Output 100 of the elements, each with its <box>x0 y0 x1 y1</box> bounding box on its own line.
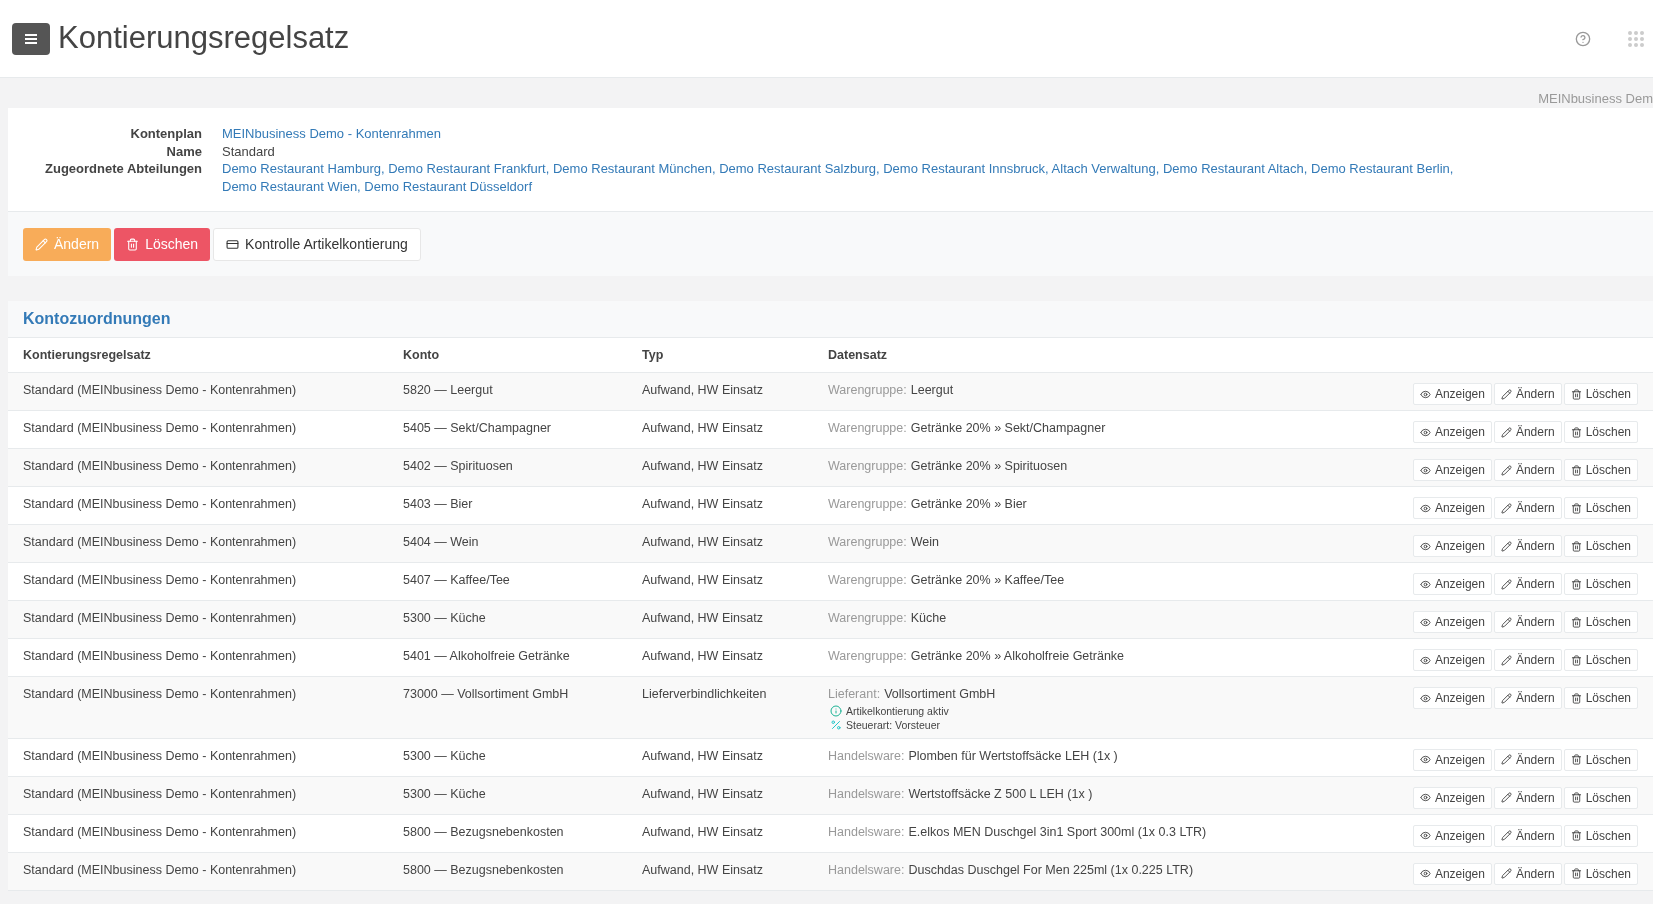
row-action-button[interactable]: Löschen <box>1563 748 1638 771</box>
trash-icon <box>1570 792 1582 804</box>
table-cell-text: Aufwand, HW Einsatz <box>642 610 764 627</box>
table-cell-text: Standard (MEINbusiness Demo - Kontenrahmen) <box>23 496 298 513</box>
detail-value: Standard <box>222 143 275 159</box>
row-action-button[interactable]: Anzeigen <box>1412 824 1492 847</box>
detail-link[interactable]: Demo Restaurant Salzburg, <box>719 161 880 176</box>
list-card-icon <box>226 237 240 251</box>
detail-label: Name <box>165 142 202 160</box>
row-action-button[interactable]: Anzeigen <box>1412 459 1492 481</box>
detail-label: Kontenplan <box>129 125 202 143</box>
row-action-button[interactable]: Ändern <box>1493 535 1562 557</box>
row-action-button[interactable]: Löschen <box>1563 497 1638 519</box>
eye-icon <box>1419 754 1431 766</box>
row-action-button[interactable]: Ändern <box>1493 824 1562 847</box>
detail-link[interactable]: Demo Restaurant Altach, <box>1162 161 1308 176</box>
pencil-icon <box>35 237 48 251</box>
row-action-button[interactable]: Anzeigen <box>1412 748 1492 771</box>
action-button[interactable]: Kontrolle Artikelkontierung <box>213 227 421 261</box>
record-value: Wertstoffsäcke Z 500 L LEH (1x ) <box>908 785 1093 803</box>
record-note: Steuerart: Vorsteuer <box>846 717 940 732</box>
row-action-button[interactable]: Ändern <box>1493 748 1562 771</box>
row-action-button[interactable]: Anzeigen <box>1412 383 1492 405</box>
table-cell-text: Lieferverbindlichkeiten <box>642 686 768 703</box>
row-action-button[interactable]: Löschen <box>1563 573 1638 595</box>
pencil-icon <box>1500 792 1512 804</box>
row-action-button[interactable]: Ändern <box>1493 421 1562 443</box>
detail-link[interactable]: Demo Restaurant Innsbruck, <box>883 161 1049 176</box>
table-cell-text: 5405 — Sekt/Champagner <box>403 420 552 437</box>
row-action-button[interactable]: Anzeigen <box>1412 862 1492 885</box>
pencil-icon <box>1500 654 1512 666</box>
row-action-button[interactable]: Löschen <box>1563 383 1638 405</box>
pencil-icon <box>1500 754 1512 766</box>
row-action-button[interactable]: Ändern <box>1493 649 1562 671</box>
table-cell-text: Aufwand, HW Einsatz <box>642 382 764 399</box>
row-action-button[interactable]: Anzeigen <box>1412 497 1492 519</box>
record-type-label: Lieferant: <box>828 686 881 703</box>
table-cell-text: 5300 — Küche <box>403 785 487 803</box>
menu-button[interactable] <box>12 22 50 55</box>
detail-link[interactable]: Demo Restaurant Düsseldorf <box>364 178 532 194</box>
record-type-label: Warengruppe: <box>828 458 907 475</box>
detail-link[interactable]: Demo Restaurant Hamburg, <box>222 161 385 176</box>
row-action-button[interactable]: Anzeigen <box>1412 687 1492 709</box>
record-type-label: Handelsware: <box>828 747 905 765</box>
eye-icon <box>1419 464 1431 476</box>
row-action-button[interactable]: Löschen <box>1563 535 1638 557</box>
table-cell-text: Standard (MEINbusiness Demo - Kontenrahmen) <box>23 785 298 803</box>
row-action-button[interactable]: Ändern <box>1493 383 1562 405</box>
help-icon[interactable] <box>1575 30 1591 47</box>
row-action-button[interactable]: Löschen <box>1563 421 1638 443</box>
detail-label: Zugeordnete Abteilungen <box>44 160 202 178</box>
table-cell-text: 5300 — Küche <box>403 747 487 765</box>
row-action-button[interactable]: Ändern <box>1493 611 1562 633</box>
row-action-button[interactable]: Ändern <box>1493 687 1562 709</box>
table-cell-text: Standard (MEINbusiness Demo - Kontenrahmen) <box>23 747 298 765</box>
table-cell-text: Aufwand, HW Einsatz <box>642 648 764 665</box>
row-action-button[interactable]: Ändern <box>1493 862 1562 885</box>
pencil-icon <box>1500 426 1512 438</box>
table-cell-text: 5403 — Bier <box>403 496 474 513</box>
section-title: Kontozuordnungen <box>23 309 171 329</box>
row-action-button[interactable]: Anzeigen <box>1412 421 1492 443</box>
table-cell-text: Aufwand, HW Einsatz <box>642 823 764 841</box>
table-cell-text: Standard (MEINbusiness Demo - Kontenrahmen) <box>23 823 298 841</box>
row-action-button[interactable]: Ändern <box>1493 459 1562 481</box>
eye-icon <box>1419 578 1431 590</box>
row-action-button[interactable]: Löschen <box>1563 649 1638 671</box>
row-action-button[interactable]: Löschen <box>1563 786 1638 809</box>
row-action-button[interactable]: Anzeigen <box>1412 535 1492 557</box>
apps-grid-icon[interactable] <box>1627 29 1645 48</box>
record-type-label: Handelsware: <box>828 823 905 841</box>
record-value: Wein <box>910 534 939 551</box>
table-cell-text: 5401 — Alkoholfreie Getränke <box>403 648 571 665</box>
record-value: Getränke 20% » Kaffee/Tee <box>910 572 1065 589</box>
row-action-button[interactable]: Anzeigen <box>1412 611 1492 633</box>
detail-link[interactable]: Demo Restaurant Wien, <box>222 178 361 194</box>
table-cell-text: Aufwand, HW Einsatz <box>642 534 764 551</box>
detail-link[interactable]: Demo Restaurant München, <box>552 161 716 176</box>
eye-icon <box>1419 830 1431 842</box>
table-cell-text: 73000 — Vollsortiment GmbH <box>403 686 570 703</box>
row-action-button[interactable]: Anzeigen <box>1412 573 1492 595</box>
row-action-button[interactable]: Löschen <box>1563 611 1638 633</box>
table-cell-text: Standard (MEINbusiness Demo - Kontenrahmen) <box>23 382 298 399</box>
detail-link[interactable]: MEINbusiness Demo - Kontenrahmen <box>222 126 441 141</box>
detail-link[interactable]: Altach Verwaltung, <box>1051 161 1160 176</box>
row-action-button[interactable]: Ändern <box>1493 573 1562 595</box>
detail-link[interactable]: Demo Restaurant Frankfurt, <box>388 161 550 176</box>
row-action-button[interactable]: Anzeigen <box>1412 786 1492 809</box>
table-cell-text: Aufwand, HW Einsatz <box>642 747 764 765</box>
row-action-button[interactable]: Löschen <box>1563 824 1638 847</box>
row-action-button[interactable]: Löschen <box>1563 862 1638 885</box>
row-action-button[interactable]: Löschen <box>1563 459 1638 481</box>
table-cell-text: Aufwand, HW Einsatz <box>642 861 764 879</box>
detail-link[interactable]: Demo Restaurant Berlin, <box>1311 161 1454 176</box>
table-cell-text: Aufwand, HW Einsatz <box>642 458 764 475</box>
row-action-button[interactable]: Löschen <box>1563 687 1638 709</box>
row-action-button[interactable]: Ändern <box>1493 497 1562 519</box>
row-action-button[interactable]: Anzeigen <box>1412 649 1492 671</box>
row-action-button[interactable]: Ändern <box>1493 786 1562 809</box>
table-cell-text: Aufwand, HW Einsatz <box>642 785 764 803</box>
eye-icon <box>1419 502 1431 514</box>
